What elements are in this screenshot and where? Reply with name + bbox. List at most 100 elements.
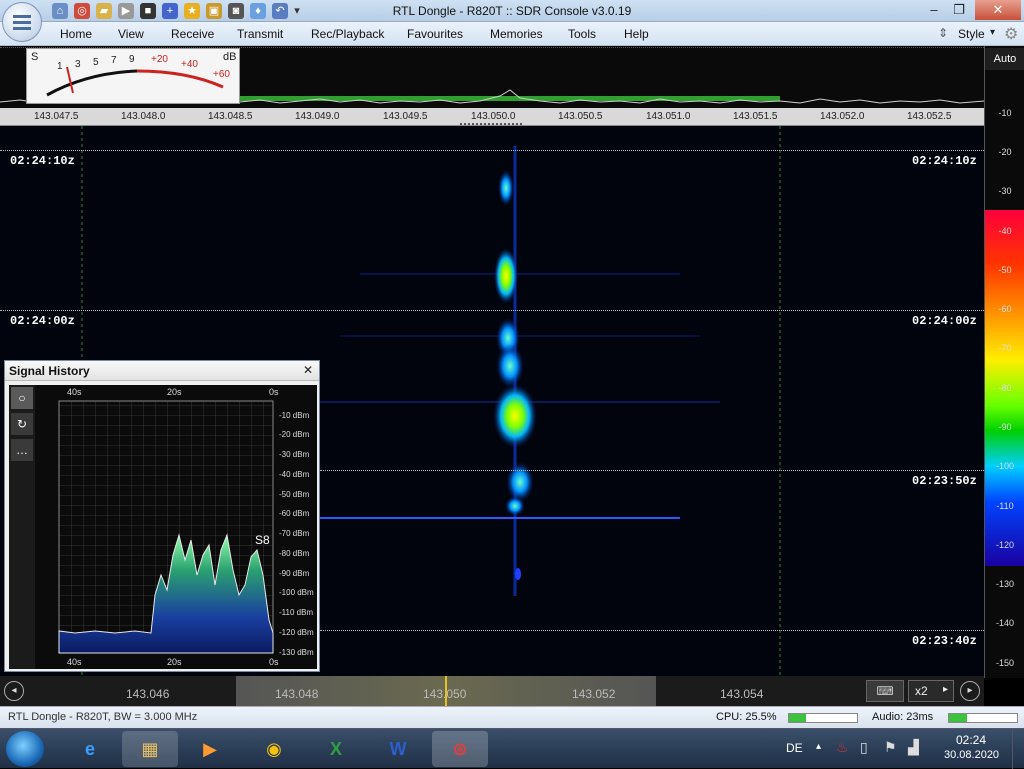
timestamp-right: 02:23:40z (912, 634, 977, 648)
acrobat-icon[interactable]: ♨ (836, 739, 849, 756)
db-tick: -150 (995, 658, 1014, 668)
timestamp-right: 02:24:00z (912, 314, 977, 328)
stop-icon[interactable]: ■ (140, 3, 156, 19)
cpu-meter (788, 713, 858, 723)
windows-taskbar: e ▦ ▶ ◉ X W ⊛ DE ▴ ♨ ▯ ⚑ ▟ 02:24 30.08.2… (0, 728, 1024, 769)
reset-button[interactable]: ↻ (11, 413, 33, 435)
start-button[interactable] (6, 731, 44, 767)
freq-tick: 143.050.0 (471, 111, 516, 122)
db-tick: -20 (998, 147, 1012, 157)
menu-home[interactable]: Home (60, 27, 92, 41)
audio-status: Audio: 23ms (872, 711, 934, 723)
menu-rec-playback[interactable]: Rec/Playback (311, 27, 384, 41)
play-icon[interactable]: ▶ (118, 3, 134, 19)
lifebuoy-icon[interactable]: ◎ (74, 3, 90, 19)
record-toggle-button[interactable]: ○ (11, 387, 33, 409)
scroll-freq-tick: 143.046 (126, 687, 170, 701)
db-tick: -140 (995, 618, 1014, 628)
menu-help[interactable]: Help (624, 27, 649, 41)
db-tick: -50 (998, 265, 1012, 275)
home-icon[interactable]: ⌂ (52, 3, 68, 19)
signal-history-toolbar: ○ ↻ … (9, 385, 35, 669)
zoom-selector[interactable]: x2 ▸ (908, 680, 954, 702)
maximize-button[interactable]: ❐ (945, 0, 973, 20)
freq-tick: 143.049.5 (383, 111, 428, 122)
menu-view[interactable]: View (118, 27, 144, 41)
more-button[interactable]: … (11, 439, 33, 461)
scroll-left-icon[interactable]: ◂ (4, 681, 24, 701)
qat-dropdown-icon[interactable]: ▾ (292, 3, 302, 19)
dbm-tick: -70 dBm (279, 529, 310, 538)
dbm-tick: -130 dBm (279, 648, 314, 657)
close-button[interactable]: ✕ (975, 0, 1021, 20)
dbm-tick: -50 dBm (279, 490, 310, 499)
freq-tick: 143.051.5 (733, 111, 778, 122)
internet-explorer-icon[interactable]: e (62, 731, 118, 767)
db-tick: -70 (998, 343, 1012, 353)
auto-button[interactable]: Auto (985, 48, 1024, 70)
db-tick: -120 (995, 540, 1014, 550)
application-button[interactable] (2, 2, 42, 42)
timestamp-left: 02:24:10z (10, 154, 75, 168)
camera-icon[interactable]: ◙ (228, 3, 244, 19)
menu-memories[interactable]: Memories (490, 27, 543, 41)
db-tick: -90 (998, 422, 1012, 432)
usb-icon[interactable]: ▯ (860, 739, 868, 756)
excel-icon[interactable]: X (308, 731, 364, 767)
db-tick: -60 (998, 304, 1012, 314)
s-meter: S dB 1 3 5 7 9 +20 +40 +60 (26, 48, 240, 104)
gear-icon[interactable]: ⚙ (1004, 24, 1018, 44)
freq-tick: 143.048.5 (208, 111, 253, 122)
freq-tick: 143.051.0 (646, 111, 691, 122)
tray-expand-icon[interactable]: ▴ (816, 741, 821, 752)
frequency-scale[interactable]: 143.047.5 143.048.0 143.048.5 143.049.0 … (0, 108, 984, 126)
star-icon[interactable]: ★ (184, 3, 200, 19)
keyboard-icon[interactable]: ⌨ (866, 680, 904, 702)
clock-date[interactable]: 30.08.2020 (944, 749, 999, 761)
s-meter-arc (46, 66, 224, 97)
clock-time[interactable]: 02:24 (956, 733, 986, 747)
minimize-button[interactable]: – (920, 0, 948, 20)
dbm-tick: -80 dBm (279, 549, 310, 558)
media-player-icon[interactable]: ▶ (182, 731, 238, 767)
style-arrows-icon[interactable]: ⇕ (938, 26, 948, 40)
freq-tick: 143.052.0 (820, 111, 865, 122)
scroll-right-icon[interactable]: ▸ (960, 681, 980, 701)
file-explorer-icon[interactable]: ▦ (122, 731, 178, 767)
menu-receive[interactable]: Receive (171, 27, 214, 41)
dbm-tick: -110 dBm (279, 608, 314, 617)
language-indicator[interactable]: DE (786, 741, 803, 755)
timestamp-left: 02:24:00z (10, 314, 75, 328)
dbm-tick: -40 dBm (279, 470, 310, 479)
folder-icon[interactable]: ▰ (96, 3, 112, 19)
frequency-scrollbar[interactable]: ◂ 143.046 143.048 143.050 143.052 143.05… (0, 676, 984, 706)
undo-icon[interactable]: ↶ (272, 3, 288, 19)
db-tick: -110 (996, 501, 1014, 511)
style-dropdown-icon[interactable]: ▾ (990, 27, 995, 38)
close-icon[interactable]: ✕ (303, 363, 313, 377)
sdr-console-icon[interactable]: ⊛ (432, 731, 488, 767)
style-menu[interactable]: Style (958, 27, 985, 41)
freq-tick: 143.048.0 (121, 111, 166, 122)
splitter-handle[interactable] (460, 123, 522, 125)
db-tick: -130 (995, 579, 1014, 589)
signal-history-panel: Signal History ✕ ○ ↻ … 40s 20s 0s 40s 20… (4, 360, 320, 672)
network-icon[interactable]: ▟ (908, 739, 919, 756)
scroll-freq-tick: 143.048 (275, 687, 319, 701)
drop-icon[interactable]: ♦ (250, 3, 266, 19)
timestamp-right: 02:23:50z (912, 474, 977, 488)
chrome-icon[interactable]: ◉ (246, 731, 302, 767)
lock-icon[interactable]: ▣ (206, 3, 222, 19)
dbm-tick: -90 dBm (279, 569, 310, 578)
show-desktop-button[interactable] (1012, 729, 1024, 769)
flag-icon[interactable]: ⚑ (884, 739, 897, 756)
menu-favourites[interactable]: Favourites (407, 27, 463, 41)
db-scale[interactable]: Auto -10 -20 -30 -40 -50 -60 -70 -80 -90… (984, 46, 1024, 678)
menu-tools[interactable]: Tools (568, 27, 596, 41)
menu-transmit[interactable]: Transmit (237, 27, 283, 41)
add-icon[interactable]: + (162, 3, 178, 19)
dbm-tick: -30 dBm (279, 450, 310, 459)
freq-tick: 143.049.0 (295, 111, 340, 122)
word-icon[interactable]: W (370, 731, 426, 767)
signal-history-header: Signal History ✕ (5, 361, 319, 381)
